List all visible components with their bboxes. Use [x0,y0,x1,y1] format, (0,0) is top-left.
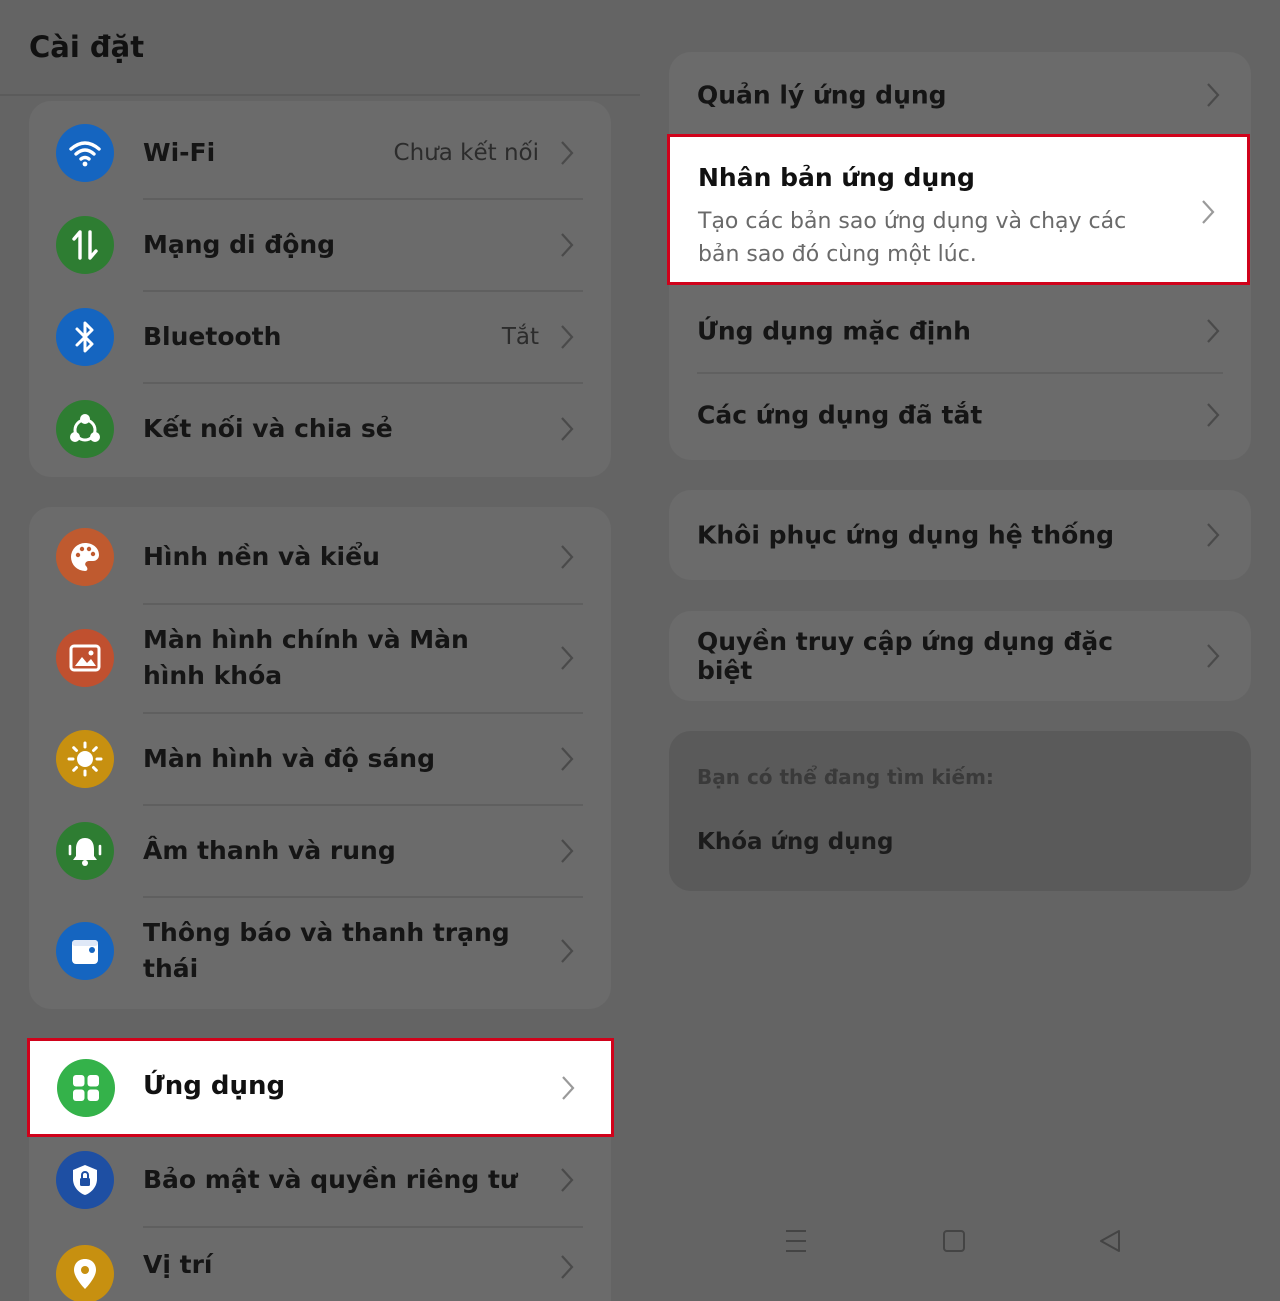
chevron-right-icon [557,833,577,869]
suggestions-heading: Bạn có thể đang tìm kiếm: [697,765,994,789]
settings-item-label: Màn hình và độ sáng [143,744,436,773]
menu-icon [786,1230,806,1252]
bell-icon [56,822,114,880]
brightness-icon [56,730,114,788]
wifi-status: Chưa kết nối [393,140,539,166]
title-divider [0,94,640,96]
settings-item-label: Hình nền và kiểu [143,542,380,571]
settings-item-label: Vị trí [143,1250,213,1279]
chevron-right-icon [1203,517,1223,553]
chevron-right-icon [1203,638,1223,674]
menu-item-app-clone[interactable]: Nhân bản ứng dụng Tạo các bản sao ứng dụ… [667,134,1250,285]
chevron-right-icon [1203,397,1223,433]
menu-item-label: Khôi phục ứng dụng hệ thống [697,520,1114,550]
chevron-right-icon [557,227,577,263]
settings-item-sound-vibration[interactable]: Âm thanh và rung [29,805,611,897]
menu-item-label: Quyền truy cập ứng dụng đặc biệt [697,627,1114,685]
settings-item-mobile-network[interactable]: Mạng di động [29,199,611,291]
menu-item-label: Ứng dụng mặc định [697,316,971,346]
suggestion-app-lock[interactable]: Khóa ứng dụng [697,829,893,855]
settings-item-bluetooth[interactable]: Bluetooth Tắt [29,291,611,383]
menu-item-special-app-access[interactable]: Quyền truy cập ứng dụng đặc biệt [669,611,1251,701]
divider [143,1226,583,1228]
chevron-right-icon [1203,77,1223,113]
settings-item-home-lock-screen[interactable]: Màn hình chính và Màn hình khóa [29,604,611,712]
apps-icon [57,1059,115,1117]
shield-lock-icon [56,1151,114,1209]
menu-item-label: Nhân bản ứng dụng [698,163,975,192]
settings-item-label: Màn hình chính và Màn hình khóa [143,625,469,690]
chevron-right-icon [1203,313,1223,349]
settings-item-label: Thông báo và thanh trạng thái [143,918,510,983]
settings-item-label: Âm thanh và rung [143,836,396,865]
settings-item-wifi[interactable]: Wi-Fi Chưa kết nối [29,107,611,199]
settings-item-label: Mạng di động [143,230,336,259]
nav-home-button[interactable] [942,1222,966,1260]
settings-item-security[interactable]: Bảo mật và quyền riêng tư [29,1135,611,1225]
suggestions-card: Bạn có thể đang tìm kiếm: Khóa ứng dụng [669,731,1251,891]
connectivity-card: Wi-Fi Chưa kết nối Mạng di động Bluetoot… [29,101,611,477]
menu-item-label: Các ứng dụng đã tắt [697,400,983,430]
chevron-right-icon [561,1075,575,1105]
wifi-icon [56,124,114,182]
chevron-right-icon [1201,199,1215,229]
settings-item-display-brightness[interactable]: Màn hình và độ sáng [29,713,611,805]
settings-item-label: Ứng dụng [143,1071,286,1101]
menu-item-description: Tạo các bản sao ứng dụng và chạy các bản… [698,209,1127,267]
bluetooth-icon [56,308,114,366]
notification-icon [56,922,114,980]
chevron-right-icon [557,539,577,575]
menu-item-app-management[interactable]: Quản lý ứng dụng [669,52,1251,138]
chevron-right-icon [557,1162,577,1198]
chevron-right-icon [557,319,577,355]
image-icon [56,629,114,687]
settings-item-wallpaper[interactable]: Hình nền và kiểu [29,511,611,603]
chevron-right-icon [557,741,577,777]
share-icon [56,400,114,458]
location-icon [56,1245,114,1301]
nav-menu-button[interactable] [784,1222,808,1260]
menu-item-restore-system-apps[interactable]: Khôi phục ứng dụng hệ thống [669,490,1251,580]
nav-back-button[interactable] [1098,1222,1122,1260]
chevron-right-icon [557,135,577,171]
personalization-card: Hình nền và kiểu Màn hình chính và Màn h… [29,507,611,1009]
chevron-right-icon [557,933,577,969]
palette-icon [56,528,114,586]
menu-item-default-apps[interactable]: Ứng dụng mặc định [669,290,1251,372]
chevron-right-icon [557,640,577,676]
home-square-icon [943,1230,965,1252]
page-title: Cài đặt [29,30,145,64]
menu-item-disabled-apps[interactable]: Các ứng dụng đã tắt [669,374,1251,456]
chevron-right-icon [557,411,577,447]
settings-item-notifications[interactable]: Thông báo và thanh trạng thái [29,897,611,1005]
special-app-access-card[interactable]: Quyền truy cập ứng dụng đặc biệt [669,611,1251,701]
settings-item-label: Bảo mật và quyền riêng tư [143,1165,518,1194]
settings-item-connection-sharing[interactable]: Kết nối và chia sẻ [29,383,611,475]
back-triangle-icon [1100,1230,1120,1252]
mobile-data-icon [56,216,114,274]
settings-item-location[interactable]: Vị trí [29,1229,611,1301]
settings-item-label: Bluetooth [143,322,282,351]
settings-item-apps[interactable]: Ứng dụng [27,1038,614,1137]
restore-system-apps-card[interactable]: Khôi phục ứng dụng hệ thống [669,490,1251,580]
bluetooth-status: Tắt [501,324,539,350]
menu-item-label: Quản lý ứng dụng [697,80,947,110]
settings-item-label: Kết nối và chia sẻ [143,414,393,443]
